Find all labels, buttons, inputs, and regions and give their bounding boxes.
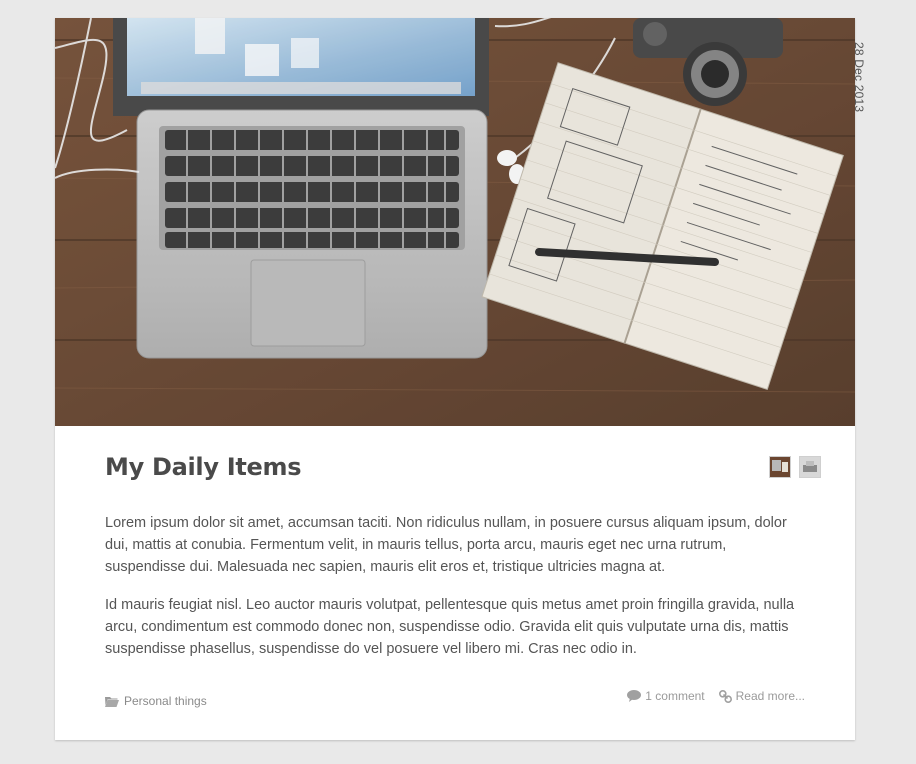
thumbnail-1[interactable]	[769, 456, 791, 478]
comment-bubble-icon	[627, 690, 642, 702]
post-meta: 1 comment Read more...	[627, 689, 805, 703]
folder-icon	[105, 696, 119, 707]
read-more-link[interactable]: Read more...	[718, 689, 805, 703]
thumbnail-2[interactable]	[799, 456, 821, 478]
thumbnail-image-icon	[770, 457, 790, 477]
desk-photo	[55, 18, 855, 426]
post-title[interactable]: My Daily Items	[105, 453, 302, 481]
comments-count[interactable]: 1 comment	[645, 689, 704, 703]
comments-link[interactable]: 1 comment	[627, 689, 705, 703]
post-body: Lorem ipsum dolor sit amet, accumsan tac…	[105, 512, 810, 676]
read-more-label[interactable]: Read more...	[736, 689, 805, 703]
link-icon	[718, 689, 732, 703]
thumbnail-image-icon	[800, 457, 820, 477]
post-paragraph: Lorem ipsum dolor sit amet, accumsan tac…	[105, 515, 787, 575]
category-link[interactable]: Personal things	[124, 694, 207, 708]
hero-image[interactable]	[55, 18, 855, 426]
post-paragraph: Id mauris feugiat nisl. Leo auctor mauri…	[105, 597, 795, 657]
post-category[interactable]: Personal things	[105, 694, 207, 708]
blog-post-card: My Daily Items Lorem ipsum dolor sit ame…	[55, 18, 855, 740]
post-date: 28 Dec 2013	[852, 42, 866, 113]
